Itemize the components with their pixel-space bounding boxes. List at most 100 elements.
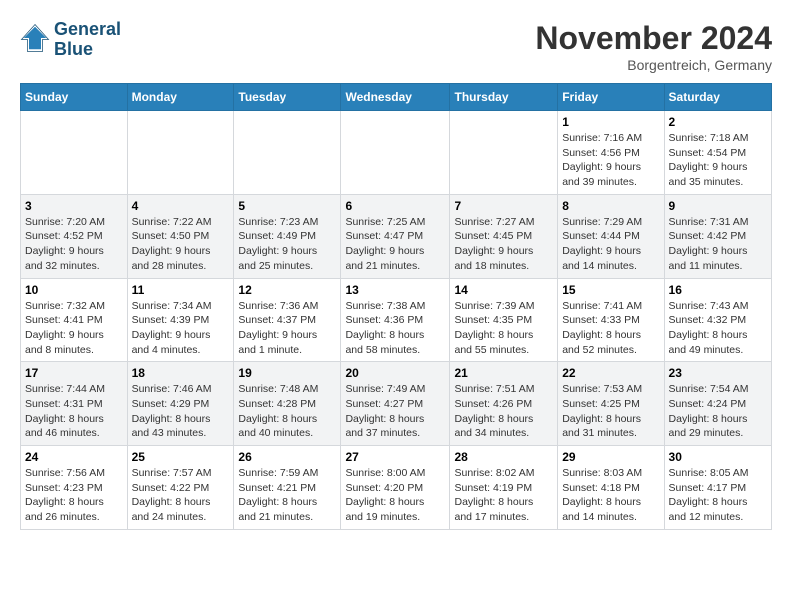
day-info: Sunrise: 8:02 AM Sunset: 4:19 PM Dayligh… bbox=[454, 466, 553, 525]
calendar-cell: 6Sunrise: 7:25 AM Sunset: 4:47 PM Daylig… bbox=[341, 194, 450, 278]
calendar-cell: 9 Sunrise: 7:31 AM Sunset: 4:42 PM Daylig… bbox=[664, 194, 771, 278]
day-number: 21 bbox=[454, 366, 553, 380]
day-info: Sunrise: 7:54 AM Sunset: 4:24 PM Dayligh… bbox=[669, 382, 767, 441]
calendar-cell: 5Sunrise: 7:23 AM Sunset: 4:49 PM Daylig… bbox=[234, 194, 341, 278]
day-info: Sunrise: 7:20 AM Sunset: 4:52 PM Dayligh… bbox=[25, 215, 123, 274]
logo-text: General Blue bbox=[54, 20, 121, 60]
calendar-cell: 26 Sunrise: 7:59 AM Sunset: 4:21 PM Dayli… bbox=[234, 446, 341, 530]
day-number: 15 bbox=[562, 283, 659, 297]
calendar-cell bbox=[234, 111, 341, 195]
day-number: 24 bbox=[25, 450, 123, 464]
day-number: 27 bbox=[345, 450, 445, 464]
day-info: Sunrise: 7:32 AM Sunset: 4:41 PM Dayligh… bbox=[25, 299, 123, 358]
day-number: 4 bbox=[132, 199, 230, 213]
calendar-cell: 1 Sunrise: 7:16 AM Sunset: 4:56 PM Daylig… bbox=[558, 111, 664, 195]
title-section: November 2024 Borgentreich, Germany bbox=[535, 20, 772, 73]
month-title: November 2024 bbox=[535, 20, 772, 57]
day-number: 18 bbox=[132, 366, 230, 380]
calendar-cell: 30 Sunrise: 8:05 AM Sunset: 4:17 PM Dayli… bbox=[664, 446, 771, 530]
day-info: Sunrise: 7:51 AM Sunset: 4:26 PM Dayligh… bbox=[454, 382, 553, 441]
day-number: 1 bbox=[562, 115, 659, 129]
calendar-week-row: 10 Sunrise: 7:32 AM Sunset: 4:41 PM Dayli… bbox=[21, 278, 772, 362]
day-info: Sunrise: 7:49 AM Sunset: 4:27 PM Dayligh… bbox=[345, 382, 445, 441]
logo-line1: General bbox=[54, 20, 121, 40]
calendar-cell: 25Sunrise: 7:57 AM Sunset: 4:22 PM Dayli… bbox=[127, 446, 234, 530]
day-number: 17 bbox=[25, 366, 123, 380]
weekday-header: Wednesday bbox=[341, 84, 450, 111]
day-number: 29 bbox=[562, 450, 659, 464]
calendar-cell: 19 Sunrise: 7:48 AM Sunset: 4:28 PM Dayli… bbox=[234, 362, 341, 446]
calendar-cell: 28 Sunrise: 8:02 AM Sunset: 4:19 PM Dayli… bbox=[450, 446, 558, 530]
weekday-header: Friday bbox=[558, 84, 664, 111]
weekday-header: Monday bbox=[127, 84, 234, 111]
calendar-cell: 3 Sunrise: 7:20 AM Sunset: 4:52 PM Daylig… bbox=[21, 194, 128, 278]
calendar-week-row: 3 Sunrise: 7:20 AM Sunset: 4:52 PM Daylig… bbox=[21, 194, 772, 278]
day-number: 20 bbox=[345, 366, 445, 380]
day-number: 16 bbox=[669, 283, 767, 297]
calendar-cell: 18 Sunrise: 7:46 AM Sunset: 4:29 PM Dayli… bbox=[127, 362, 234, 446]
weekday-header: Saturday bbox=[664, 84, 771, 111]
calendar-cell bbox=[127, 111, 234, 195]
calendar-cell: 4Sunrise: 7:22 AM Sunset: 4:50 PM Daylig… bbox=[127, 194, 234, 278]
day-number: 22 bbox=[562, 366, 659, 380]
day-number: 8 bbox=[562, 199, 659, 213]
weekday-header-row: SundayMondayTuesdayWednesdayThursdayFrid… bbox=[21, 84, 772, 111]
day-info: Sunrise: 7:56 AM Sunset: 4:23 PM Dayligh… bbox=[25, 466, 123, 525]
weekday-header: Thursday bbox=[450, 84, 558, 111]
calendar-week-row: 17 Sunrise: 7:44 AM Sunset: 4:31 PM Dayli… bbox=[21, 362, 772, 446]
day-info: Sunrise: 7:18 AM Sunset: 4:54 PM Dayligh… bbox=[669, 131, 767, 190]
day-number: 26 bbox=[238, 450, 336, 464]
day-info: Sunrise: 8:00 AM Sunset: 4:20 PM Dayligh… bbox=[345, 466, 445, 525]
calendar-cell: 23Sunrise: 7:54 AM Sunset: 4:24 PM Dayli… bbox=[664, 362, 771, 446]
day-info: Sunrise: 7:43 AM Sunset: 4:32 PM Dayligh… bbox=[669, 299, 767, 358]
weekday-header: Tuesday bbox=[234, 84, 341, 111]
day-info: Sunrise: 7:34 AM Sunset: 4:39 PM Dayligh… bbox=[132, 299, 230, 358]
day-info: Sunrise: 7:44 AM Sunset: 4:31 PM Dayligh… bbox=[25, 382, 123, 441]
calendar-cell: 2 Sunrise: 7:18 AM Sunset: 4:54 PM Daylig… bbox=[664, 111, 771, 195]
calendar-cell: 12Sunrise: 7:36 AM Sunset: 4:37 PM Dayli… bbox=[234, 278, 341, 362]
calendar-cell: 20 Sunrise: 7:49 AM Sunset: 4:27 PM Dayli… bbox=[341, 362, 450, 446]
calendar-cell: 27 Sunrise: 8:00 AM Sunset: 4:20 PM Dayli… bbox=[341, 446, 450, 530]
day-number: 2 bbox=[669, 115, 767, 129]
calendar-cell: 11Sunrise: 7:34 AM Sunset: 4:39 PM Dayli… bbox=[127, 278, 234, 362]
day-number: 28 bbox=[454, 450, 553, 464]
day-number: 10 bbox=[25, 283, 123, 297]
day-number: 7 bbox=[454, 199, 553, 213]
calendar-cell: 24 Sunrise: 7:56 AM Sunset: 4:23 PM Dayli… bbox=[21, 446, 128, 530]
calendar-cell: 14Sunrise: 7:39 AM Sunset: 4:35 PM Dayli… bbox=[450, 278, 558, 362]
day-number: 13 bbox=[345, 283, 445, 297]
day-number: 3 bbox=[25, 199, 123, 213]
day-info: Sunrise: 7:48 AM Sunset: 4:28 PM Dayligh… bbox=[238, 382, 336, 441]
logo: General Blue bbox=[20, 20, 121, 60]
page-header: General Blue November 2024 Borgentreich,… bbox=[20, 20, 772, 73]
day-info: Sunrise: 7:57 AM Sunset: 4:22 PM Dayligh… bbox=[132, 466, 230, 525]
day-info: Sunrise: 7:16 AM Sunset: 4:56 PM Dayligh… bbox=[562, 131, 659, 190]
calendar-cell: 10 Sunrise: 7:32 AM Sunset: 4:41 PM Dayli… bbox=[21, 278, 128, 362]
calendar-cell: 8Sunrise: 7:29 AM Sunset: 4:44 PM Daylig… bbox=[558, 194, 664, 278]
day-number: 12 bbox=[238, 283, 336, 297]
day-info: Sunrise: 7:53 AM Sunset: 4:25 PM Dayligh… bbox=[562, 382, 659, 441]
day-number: 14 bbox=[454, 283, 553, 297]
calendar-cell: 16 Sunrise: 7:43 AM Sunset: 4:32 PM Dayli… bbox=[664, 278, 771, 362]
logo-line2: Blue bbox=[54, 40, 121, 60]
calendar-cell: 7 Sunrise: 7:27 AM Sunset: 4:45 PM Daylig… bbox=[450, 194, 558, 278]
day-info: Sunrise: 7:46 AM Sunset: 4:29 PM Dayligh… bbox=[132, 382, 230, 441]
day-number: 9 bbox=[669, 199, 767, 213]
day-info: Sunrise: 7:41 AM Sunset: 4:33 PM Dayligh… bbox=[562, 299, 659, 358]
day-info: Sunrise: 8:03 AM Sunset: 4:18 PM Dayligh… bbox=[562, 466, 659, 525]
location-subtitle: Borgentreich, Germany bbox=[535, 57, 772, 73]
day-info: Sunrise: 8:05 AM Sunset: 4:17 PM Dayligh… bbox=[669, 466, 767, 525]
calendar-cell bbox=[341, 111, 450, 195]
day-info: Sunrise: 7:38 AM Sunset: 4:36 PM Dayligh… bbox=[345, 299, 445, 358]
calendar-week-row: 1 Sunrise: 7:16 AM Sunset: 4:56 PM Daylig… bbox=[21, 111, 772, 195]
day-info: Sunrise: 7:27 AM Sunset: 4:45 PM Dayligh… bbox=[454, 215, 553, 274]
day-info: Sunrise: 7:31 AM Sunset: 4:42 PM Dayligh… bbox=[669, 215, 767, 274]
calendar-cell: 22 Sunrise: 7:53 AM Sunset: 4:25 PM Dayli… bbox=[558, 362, 664, 446]
weekday-header: Sunday bbox=[21, 84, 128, 111]
day-number: 30 bbox=[669, 450, 767, 464]
day-info: Sunrise: 7:59 AM Sunset: 4:21 PM Dayligh… bbox=[238, 466, 336, 525]
day-number: 19 bbox=[238, 366, 336, 380]
day-info: Sunrise: 7:25 AM Sunset: 4:47 PM Dayligh… bbox=[345, 215, 445, 274]
calendar-cell: 29 Sunrise: 8:03 AM Sunset: 4:18 PM Dayli… bbox=[558, 446, 664, 530]
calendar-cell bbox=[21, 111, 128, 195]
